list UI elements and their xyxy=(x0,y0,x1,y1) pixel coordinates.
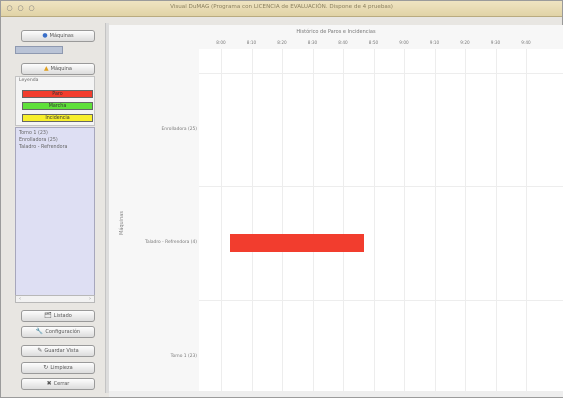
x-tick-label: 8:30 xyxy=(307,40,318,45)
grid-line xyxy=(221,49,222,392)
gantt-chart: Histórico de Paros e Incidencias Máquina… xyxy=(109,25,563,392)
cerrar-label: Cerrar xyxy=(53,381,70,387)
configuracion-label: Configuración xyxy=(45,329,81,335)
close-icon: ✖ xyxy=(46,380,52,387)
limpieza-button[interactable]: ↻ Limpieza xyxy=(21,362,95,374)
cerrar-button[interactable]: ✖ Cerrar xyxy=(21,378,95,390)
grid-line xyxy=(282,49,283,392)
plot-area xyxy=(199,49,563,392)
x-tick-label: 9:30 xyxy=(490,40,501,45)
grid-line xyxy=(373,49,375,392)
x-tick-label: 9:40 xyxy=(521,40,531,45)
maquinas-button[interactable]: ● Máquinas xyxy=(21,30,95,42)
maquina-label: Máquina xyxy=(50,66,72,72)
x-tick-label: 9:00 xyxy=(399,40,409,45)
list-item[interactable]: Taladro - Refrendora xyxy=(19,145,67,150)
x-tick-label: 8:20 xyxy=(277,40,287,45)
list-icon: 🗂 xyxy=(44,312,52,319)
grid-line xyxy=(404,49,405,392)
legend-panel: Leyenda Paro Marcha Incidencia xyxy=(15,76,95,126)
x-tick-label: 9:10 xyxy=(429,40,440,45)
listado-button[interactable]: 🗂 Listado xyxy=(21,310,95,322)
refresh-icon: ↻ xyxy=(43,364,49,371)
grid-line xyxy=(465,49,466,392)
grid-line xyxy=(434,49,436,392)
legend-incidencia: Incidencia xyxy=(22,114,93,122)
maquina-button[interactable]: ▲ Máquina xyxy=(21,63,95,75)
list-item[interactable]: Torno 1 (23) xyxy=(19,131,48,136)
guardar-vista-label: Guardar Vista xyxy=(44,348,79,354)
gantt-bar-paro[interactable] xyxy=(230,234,365,252)
chart-scrollbar[interactable] xyxy=(109,391,563,397)
chart-title: Histórico de Paros e Incidencias xyxy=(296,29,376,35)
configuracion-button[interactable]: 🔧 Configuración xyxy=(21,326,95,338)
machine-list: Torno 1 (23) Enrolladora (25) Taladro - … xyxy=(15,127,95,303)
app-window: ○ ○ ○ Visual DuMAG (Programa con LICENCI… xyxy=(0,0,563,398)
y-category-label: Torno 1 (23) xyxy=(170,354,197,359)
legend-marcha: Marcha xyxy=(22,102,93,110)
scroll-left-icon[interactable]: ‹ xyxy=(16,296,24,302)
y-category-label: Enrolladora (25) xyxy=(161,127,197,132)
legend-paro: Paro xyxy=(22,90,93,98)
window-title: Visual DuMAG (Programa con LICENCIA de E… xyxy=(170,4,393,10)
machine-icon: ▲ xyxy=(44,65,49,72)
legend-title: Leyenda xyxy=(19,78,39,83)
grid-line xyxy=(251,49,253,392)
guardar-vista-button[interactable]: ✎ Guardar Vista xyxy=(21,345,95,357)
grid-line xyxy=(199,186,563,187)
x-tick-label: 9:20 xyxy=(460,40,470,45)
scroll-right-icon[interactable]: › xyxy=(86,296,94,302)
y-category-label: Taladro - Refrendora (4) xyxy=(145,240,197,245)
title-bar: ○ ○ ○ Visual DuMAG (Programa con LICENCI… xyxy=(1,1,562,17)
pencil-icon: ✎ xyxy=(37,347,43,354)
grid-line xyxy=(526,49,527,392)
maquinas-label: Máquinas xyxy=(49,33,74,39)
list-scrollbar[interactable]: ‹ › xyxy=(15,295,95,303)
wrench-icon: 🔧 xyxy=(35,328,44,335)
grid-line xyxy=(495,49,497,392)
x-tick-label: 8:00 xyxy=(216,40,226,45)
x-tick-label: 8:10 xyxy=(246,40,257,45)
listado-label: Listado xyxy=(53,313,72,319)
y-axis-label: Máquinas xyxy=(119,211,125,235)
grid-line xyxy=(199,300,563,301)
grid-line xyxy=(312,49,314,392)
list-item[interactable]: Enrolladora (25) xyxy=(19,138,58,143)
x-tick-label: 8:40 xyxy=(338,40,348,45)
x-tick-label: 8:50 xyxy=(368,40,379,45)
grid-line xyxy=(343,49,344,392)
globe-icon: ● xyxy=(42,32,48,39)
machine-field[interactable] xyxy=(15,46,63,54)
grid-line xyxy=(199,73,563,74)
limpieza-label: Limpieza xyxy=(50,365,73,371)
